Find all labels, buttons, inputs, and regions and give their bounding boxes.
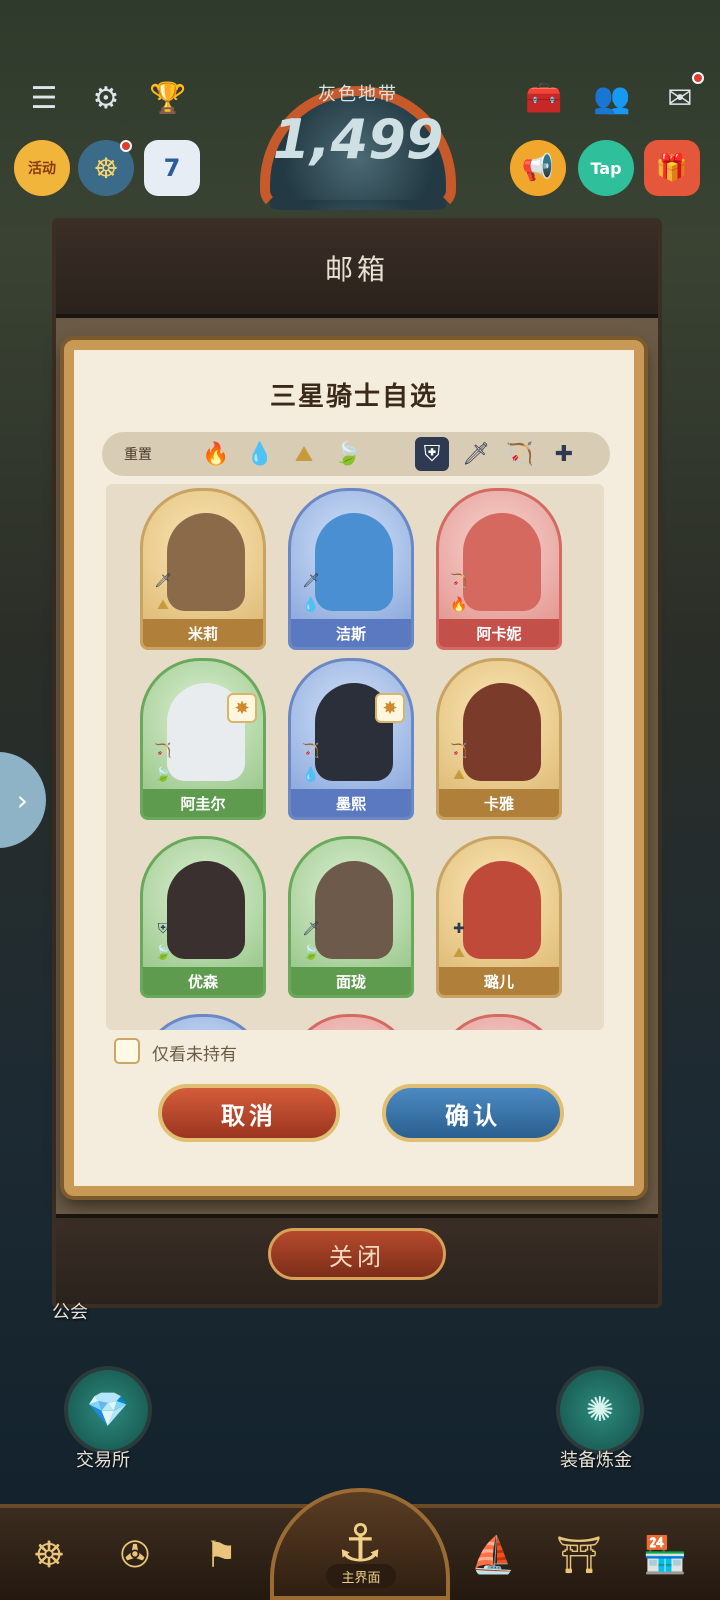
- knight-portrait: [463, 513, 541, 611]
- sword-role-icon: 🗡: [302, 573, 320, 589]
- calendar-icon[interactable]: 7: [144, 140, 200, 196]
- mailbox-title: 邮箱: [324, 253, 389, 286]
- star-rank-icon: ✸: [227, 693, 257, 723]
- knight-name: 优森: [143, 967, 263, 995]
- knight-card-partial[interactable]: [140, 1014, 266, 1030]
- toolbox-icon[interactable]: 🧰: [518, 72, 570, 124]
- knight-name: 米莉: [143, 619, 263, 647]
- gift-icon[interactable]: 🎁: [644, 140, 700, 196]
- shop-icon[interactable]: 🏪: [630, 1520, 700, 1590]
- knight-card[interactable]: 🏹 🔥 阿卡妮: [436, 488, 562, 650]
- tap-button[interactable]: Tap: [578, 140, 634, 196]
- knight-portrait: [315, 513, 393, 611]
- earth-element-icon: ⛰: [453, 945, 465, 961]
- bow-role-icon: 🏹: [450, 743, 468, 759]
- sword-role-icon[interactable]: 🗡: [459, 437, 493, 471]
- knight-portrait: [463, 861, 541, 959]
- knight-name: 面珑: [291, 967, 411, 995]
- earth-element-icon[interactable]: ⛰: [287, 437, 321, 471]
- earth-element-icon: ⛰: [157, 597, 169, 613]
- megaphone-icon[interactable]: 📢: [510, 140, 566, 196]
- sailing-ship-icon[interactable]: ⛵: [458, 1520, 528, 1590]
- confirm-button[interactable]: 确认: [382, 1084, 564, 1142]
- unowned-only-label: 仅看未持有: [152, 1045, 237, 1065]
- mail-icon[interactable]: ✉: [654, 72, 706, 124]
- knight-portrait: [463, 683, 541, 781]
- knight-name: 卡雅: [439, 789, 559, 817]
- knight-card[interactable]: 🏹 ⛰ 卡雅: [436, 658, 562, 820]
- knight-card[interactable]: 🗡 🍃 面珑: [288, 836, 414, 998]
- knight-name: 墨熙: [291, 789, 411, 817]
- bow-role-icon[interactable]: 🏹: [503, 437, 537, 471]
- sword-role-icon: 🗡: [154, 573, 172, 589]
- bow-role-icon: 🏹: [154, 743, 172, 759]
- unowned-only-checkbox[interactable]: [114, 1038, 140, 1064]
- friends-icon[interactable]: 👥: [586, 72, 638, 124]
- alchemy-door-icon[interactable]: ✺: [556, 1366, 644, 1454]
- rank-title: 灰色地带: [318, 84, 398, 105]
- rank-value: 1,499: [272, 108, 444, 171]
- fire-element-icon[interactable]: 🔥: [199, 437, 233, 471]
- star-rank-icon: ✸: [375, 693, 405, 723]
- alchemy-label: 装备炼金: [560, 1450, 632, 1471]
- notification-dot: [692, 72, 704, 84]
- knight-name: 洁斯: [291, 619, 411, 647]
- bow-role-icon: 🏹: [302, 743, 320, 759]
- healer-role-icon[interactable]: ✚: [547, 437, 581, 471]
- knight-select-dialog: 三星骑士自选 重置 🔥 💧 ⛰ 🍃 ⛨ 🗡 🏹 ✚ 🗡 ⛰ 米莉 🗡 💧 洁斯 …: [64, 340, 644, 1196]
- knight-grid: 🗡 ⛰ 米莉 🗡 💧 洁斯 🏹 🔥 阿卡妮 ✸ 🏹 🍃 阿圭尔 ✸ 🏹 💧 墨熙…: [106, 484, 604, 1030]
- exchange-label: 交易所: [76, 1450, 130, 1471]
- banner-icon[interactable]: ⚑: [186, 1520, 256, 1590]
- knight-card[interactable]: ✸ 🏹 🍃 阿圭尔: [140, 658, 266, 820]
- bow-role-icon: 🏹: [450, 573, 468, 589]
- knight-name: 阿圭尔: [143, 789, 263, 817]
- earth-element-icon: ⛰: [453, 767, 465, 783]
- sword-role-icon: 🗡: [302, 921, 320, 937]
- side-expand-arrow[interactable]: ›: [0, 752, 46, 848]
- mailbox-header: 邮箱: [56, 222, 658, 318]
- healer-role-icon: ✚: [453, 921, 465, 937]
- tank-role-icon[interactable]: ⛨: [415, 437, 449, 471]
- water-element-icon[interactable]: 💧: [243, 437, 277, 471]
- knight-card-partial[interactable]: [436, 1014, 562, 1030]
- knight-card[interactable]: 🗡 ⛰ 米莉: [140, 488, 266, 650]
- knight-card[interactable]: 🗡 💧 洁斯: [288, 488, 414, 650]
- notification-dot: [120, 140, 132, 152]
- tank-role-icon: ⛨: [157, 921, 169, 937]
- compass-icon[interactable]: ☸: [78, 140, 134, 196]
- ship-wheel-icon[interactable]: ☸: [14, 1520, 84, 1590]
- cancel-button[interactable]: 取消: [158, 1084, 340, 1142]
- knight-card[interactable]: ⛨ 🍃 优森: [140, 836, 266, 998]
- dialog-title: 三星骑士自选: [269, 382, 438, 412]
- knight-portrait: [315, 861, 393, 959]
- water-element-icon: 💧: [302, 597, 320, 613]
- filter-bar: 重置 🔥 💧 ⛰ 🍃 ⛨ 🗡 🏹 ✚: [102, 432, 610, 476]
- menu-icon[interactable]: ☰: [18, 72, 70, 124]
- wind-element-icon: 🍃: [154, 767, 172, 783]
- wind-element-icon: 🍃: [302, 945, 320, 961]
- wind-element-icon: 🍃: [154, 945, 172, 961]
- knight-name: 璐儿: [439, 967, 559, 995]
- exchange-diamond-icon[interactable]: 💎: [64, 1366, 152, 1454]
- propeller-icon[interactable]: ✇: [100, 1520, 170, 1590]
- reset-button[interactable]: 重置: [124, 444, 194, 464]
- guild-label[interactable]: 公会: [52, 1298, 88, 1324]
- bottom-navbar: ☸ ✇ ⚑ ⚓ 主界面 ⛵ ⛩ 🏪: [0, 1488, 720, 1600]
- knight-card[interactable]: ✚ ⛰ 璐儿: [436, 836, 562, 998]
- water-element-icon: 💧: [302, 767, 320, 783]
- knight-portrait: [167, 513, 245, 611]
- knight-card[interactable]: ✸ 🏹 💧 墨熙: [288, 658, 414, 820]
- close-button[interactable]: 关闭: [268, 1228, 446, 1280]
- fire-element-icon: 🔥: [450, 597, 468, 613]
- gate-icon[interactable]: ⛩: [544, 1520, 614, 1590]
- settings-gear-icon[interactable]: ⚙: [80, 72, 132, 124]
- trophy-icon[interactable]: 🏆: [142, 72, 194, 124]
- activity-button[interactable]: 活动: [14, 140, 70, 196]
- knight-portrait: [167, 861, 245, 959]
- wind-element-icon[interactable]: 🍃: [331, 437, 365, 471]
- home-label[interactable]: 主界面: [326, 1564, 396, 1588]
- knight-name: 阿卡妮: [439, 619, 559, 647]
- knight-card-partial[interactable]: [288, 1014, 414, 1030]
